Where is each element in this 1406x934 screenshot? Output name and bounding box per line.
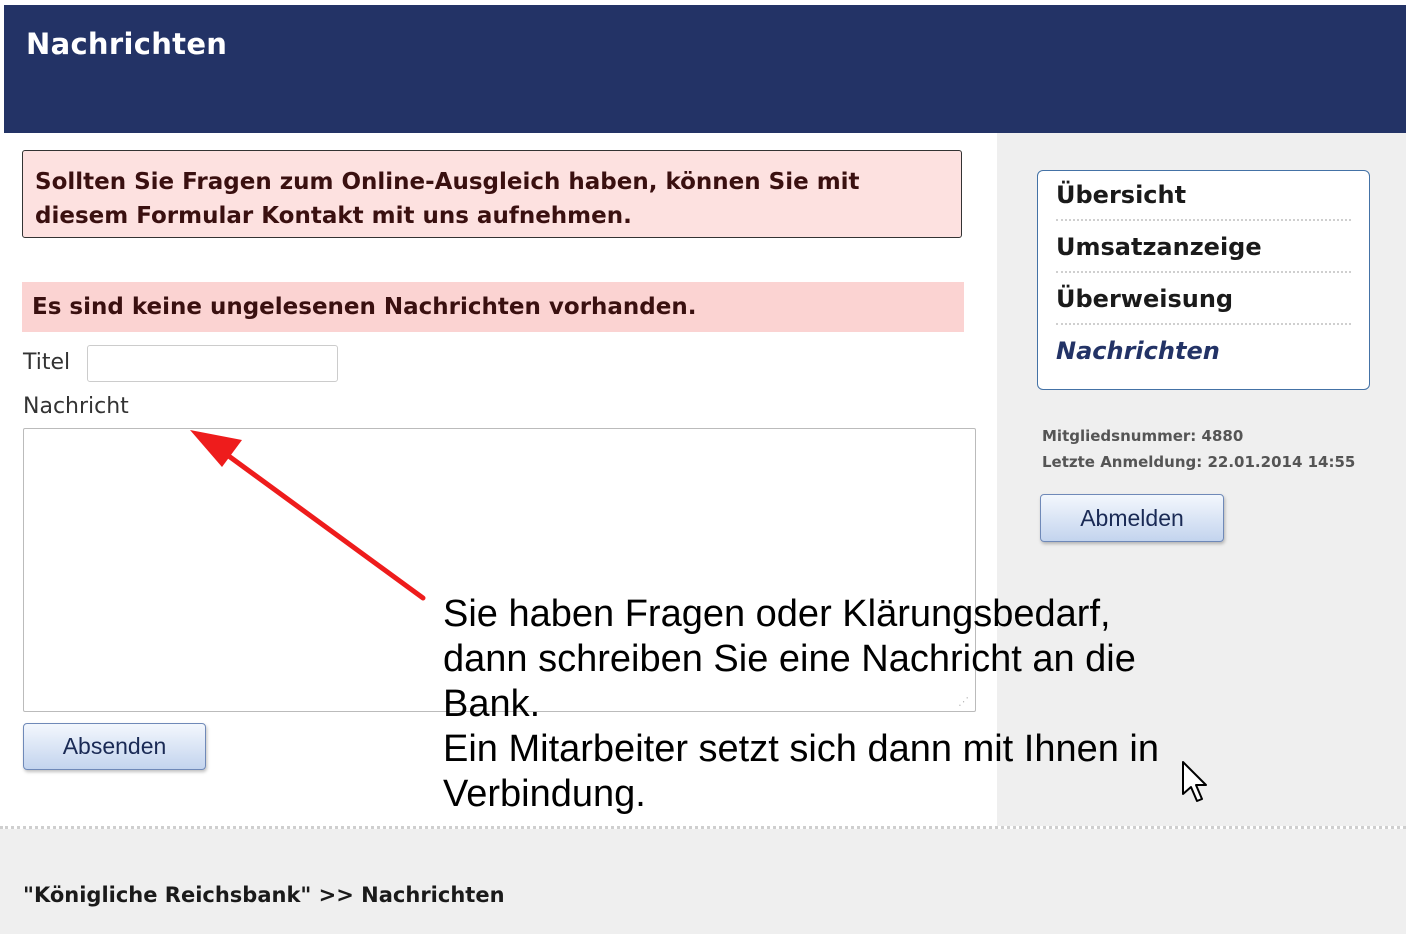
logout-button[interactable]: Abmelden	[1040, 494, 1224, 542]
title-label: Titel	[23, 350, 71, 375]
last-login: Letzte Anmeldung: 22.01.2014 14:55	[1042, 453, 1356, 471]
nav-item-overview[interactable]: Übersicht	[1056, 171, 1351, 221]
annotation-line: Bank.	[443, 683, 541, 725]
page-title: Nachrichten	[26, 27, 228, 61]
title-input[interactable]	[87, 345, 338, 382]
page-header: Nachrichten	[4, 5, 1406, 133]
unread-notice: Es sind keine ungelesenen Nachrichten vo…	[22, 282, 964, 332]
nav-item-messages[interactable]: Nachrichten	[1056, 327, 1351, 375]
breadcrumb: "Königliche Reichsbank" >> Nachrichten	[23, 883, 505, 907]
annotation-text: Sie haben Fragen oder Klärungsbedarf, da…	[443, 592, 1303, 817]
info-box: Sollten Sie Fragen zum Online-Ausgleich …	[22, 150, 962, 238]
nav-item-transactions[interactable]: Umsatzanzeige	[1056, 223, 1351, 273]
annotation-line: Ein Mitarbeiter setzt sich dann mit Ihne…	[443, 728, 1160, 770]
annotation-line: dann schreiben Sie eine Nachricht an die	[443, 638, 1136, 680]
send-button[interactable]: Absenden	[23, 723, 206, 770]
page-footer: "Königliche Reichsbank" >> Nachrichten	[0, 829, 1406, 934]
member-number: Mitgliedsnummer: 4880	[1042, 427, 1244, 445]
message-label: Nachricht	[23, 394, 129, 419]
annotation-line: Sie haben Fragen oder Klärungsbedarf,	[443, 593, 1111, 635]
nav-item-transfer[interactable]: Überweisung	[1056, 275, 1351, 325]
member-info: Mitgliedsnummer: 4880 Letzte Anmeldung: …	[1042, 423, 1355, 475]
annotation-line: Verbindung.	[443, 773, 646, 815]
mouse-cursor-icon	[1182, 761, 1207, 802]
sidebar-nav: Übersicht Umsatzanzeige Überweisung Nach…	[1037, 170, 1370, 390]
page: Nachrichten Sollten Sie Fragen zum Onlin…	[0, 0, 1406, 934]
